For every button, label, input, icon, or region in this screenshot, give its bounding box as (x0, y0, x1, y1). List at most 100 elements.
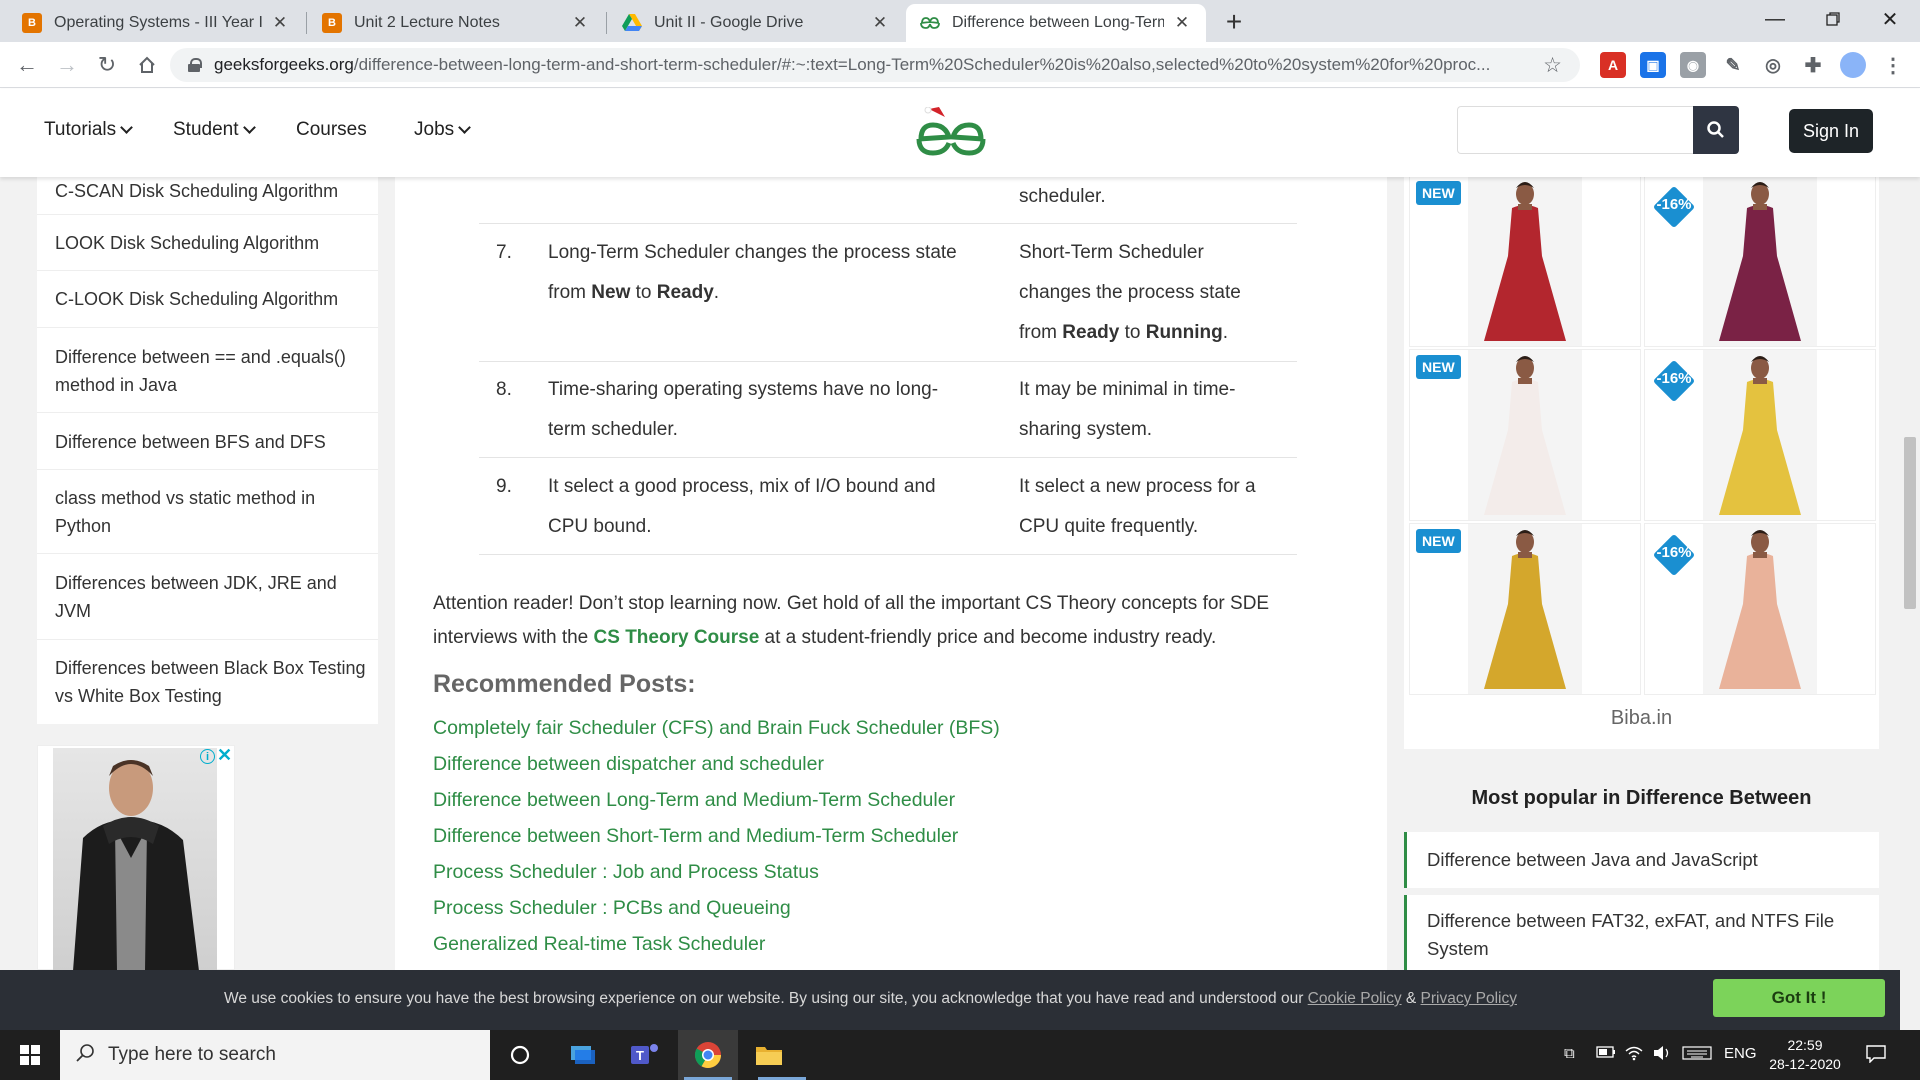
sidebar-link[interactable]: LOOK Disk Scheduling Algorithm (55, 229, 367, 257)
browser-tab[interactable]: B Operating Systems - III Year IT (B... … (8, 4, 304, 42)
table-cell-long-term: Long-Term Scheduler changes the process … (548, 233, 988, 313)
popular-link[interactable]: Difference between Java and JavaScript (1404, 832, 1879, 888)
recommended-post-link[interactable]: Generalized Real-time Task Scheduler (433, 933, 765, 956)
scrollbar-thumb[interactable] (1904, 437, 1916, 609)
windows-start-icon[interactable] (0, 1030, 60, 1080)
nav-tutorials[interactable]: Tutorials (44, 119, 134, 141)
recommended-post-link[interactable]: Process Scheduler : PCBs and Queueing (433, 897, 791, 920)
language-indicator[interactable]: ENG (1724, 1045, 1757, 1062)
volume-icon[interactable] (1652, 1045, 1672, 1065)
home-icon[interactable] (132, 50, 162, 80)
chrome-icon[interactable] (691, 1038, 725, 1072)
divider (37, 327, 378, 328)
task-view-icon[interactable] (566, 1038, 600, 1072)
reload-icon[interactable]: ↻ (92, 50, 122, 80)
system-clock[interactable]: 22:59 28-12-2020 (1760, 1036, 1850, 1074)
puzzle-extensions-icon[interactable]: ✚ (1800, 52, 1826, 78)
privacy-policy-link[interactable]: Privacy Policy (1421, 990, 1517, 1007)
teams-icon[interactable]: T (628, 1038, 662, 1072)
notifications-icon[interactable] (1866, 1045, 1886, 1067)
ad-product-card[interactable]: NEW (1409, 175, 1641, 347)
nav-student[interactable]: Student (173, 119, 256, 141)
recommended-post-link[interactable]: Process Scheduler : Job and Process Stat… (433, 861, 819, 884)
recommended-post-link[interactable]: Completely fair Scheduler (CFS) and Brai… (433, 717, 1000, 740)
bookmark-star-icon[interactable]: ☆ (1543, 53, 1562, 78)
pdf-extension-icon[interactable]: A (1600, 52, 1626, 78)
maximize-icon[interactable] (1805, 0, 1861, 38)
wifi-icon[interactable] (1624, 1045, 1644, 1065)
tab-close-icon[interactable]: ✕ (270, 13, 290, 33)
ad-info-icon[interactable]: i (200, 749, 215, 764)
browser-tab[interactable]: Unit II - Google Drive ✕ (608, 4, 904, 42)
file-explorer-icon[interactable] (752, 1038, 786, 1072)
new-badge: NEW (1416, 355, 1461, 379)
browser-tab-active[interactable]: Difference between Long-Term a... ✕ (906, 4, 1206, 42)
forward-icon[interactable]: → (52, 50, 82, 80)
back-icon[interactable]: ← (12, 50, 42, 80)
tab-close-icon[interactable]: ✕ (870, 13, 890, 33)
popular-link[interactable]: Difference between FAT32, exFAT, and NTF… (1404, 895, 1879, 970)
tab-divider (606, 12, 607, 34)
ad-brand[interactable]: Biba.in (1404, 707, 1879, 730)
tab-close-icon[interactable]: ✕ (1172, 13, 1192, 33)
recommended-post-link[interactable]: Difference between dispatcher and schedu… (433, 753, 824, 776)
nav-jobs[interactable]: Jobs (414, 119, 472, 141)
product-image (1703, 176, 1817, 346)
tab-title: Unit II - Google Drive (654, 14, 804, 31)
ad-product-card[interactable]: -16% (1644, 175, 1876, 347)
divider (37, 639, 378, 640)
row-number: 9. (496, 476, 512, 497)
sidebar-link[interactable]: C-LOOK Disk Scheduling Algorithm (55, 285, 367, 313)
sidebar-link[interactable]: Difference between == and .equals() meth… (55, 343, 367, 399)
left-advertisement[interactable]: i ✕ (37, 745, 235, 971)
cookie-policy-link[interactable]: Cookie Policy (1308, 990, 1402, 1007)
table-row-divider (479, 223, 1297, 224)
camera-extension-icon[interactable]: ◉ (1680, 52, 1706, 78)
battery-icon[interactable] (1596, 1045, 1616, 1063)
cortana-icon[interactable] (503, 1038, 537, 1072)
cell-text: . (1222, 322, 1229, 343)
sidebar-link[interactable]: Difference between BFS and DFS (55, 428, 367, 456)
people-icon[interactable]: ⧉ (1564, 1045, 1575, 1062)
keyboard-icon[interactable] (1682, 1045, 1712, 1065)
sign-in-button[interactable]: Sign In (1789, 109, 1873, 153)
browser-tab[interactable]: B Unit 2 Lecture Notes ✕ (308, 4, 604, 42)
cookie-text: We use cookies to ensure you have the be… (224, 990, 1517, 1008)
taskbar-search-input[interactable]: Type here to search (60, 1030, 490, 1080)
notice-text: at a student-friendly price and become i… (759, 627, 1217, 648)
ad-close-icon[interactable]: ✕ (217, 745, 232, 766)
cs-theory-course-link[interactable]: CS Theory Course (594, 627, 760, 648)
sidebar-link[interactable]: Differences between Black Box Testing vs… (55, 654, 367, 710)
recommended-post-link[interactable]: Difference between Short-Term and Medium… (433, 825, 958, 848)
tab-close-icon[interactable]: ✕ (570, 13, 590, 33)
eyedropper-extension-icon[interactable]: ✎ (1720, 52, 1746, 78)
cell-text: from (548, 282, 592, 303)
new-tab-icon[interactable]: + (1222, 6, 1246, 38)
page-scrollbar[interactable] (1900, 177, 1920, 1030)
gfg-favicon-icon (920, 13, 940, 33)
divider (37, 214, 378, 215)
search-icon[interactable] (1693, 106, 1739, 154)
chrome-menu-icon[interactable]: ⋮ (1880, 52, 1906, 78)
extension-icon[interactable]: ◎ (1760, 52, 1786, 78)
ad-product-card[interactable]: -16% (1644, 523, 1876, 695)
gfg-logo[interactable] (915, 106, 987, 159)
sidebar-link[interactable]: Differences between JDK, JRE and JVM (55, 569, 367, 625)
site-search-input[interactable] (1457, 106, 1693, 154)
ad-product-card[interactable]: -16% (1644, 349, 1876, 521)
ad-product-card[interactable]: NEW (1409, 349, 1641, 521)
nav-courses[interactable]: Courses (296, 119, 367, 141)
sidebar-link[interactable]: class method vs static method in Python (55, 484, 367, 540)
ad-product-image[interactable] (53, 748, 217, 971)
screen-capture-extension-icon[interactable]: ▣ (1640, 52, 1666, 78)
chevron-down-icon (242, 121, 256, 134)
lock-icon[interactable] (188, 58, 202, 72)
ad-product-card[interactable]: NEW (1409, 523, 1641, 695)
address-bar[interactable]: geeksforgeeks.org/difference-between-lon… (170, 48, 1580, 82)
recommended-post-link[interactable]: Difference between Long-Term and Medium-… (433, 789, 955, 812)
minimize-icon[interactable]: — (1747, 0, 1803, 38)
got-it-button[interactable]: Got It ! (1713, 979, 1885, 1017)
window-close-icon[interactable]: ✕ (1862, 0, 1918, 38)
sidebar-link[interactable]: C-SCAN Disk Scheduling Algorithm (55, 177, 367, 205)
profile-avatar[interactable] (1840, 52, 1866, 78)
